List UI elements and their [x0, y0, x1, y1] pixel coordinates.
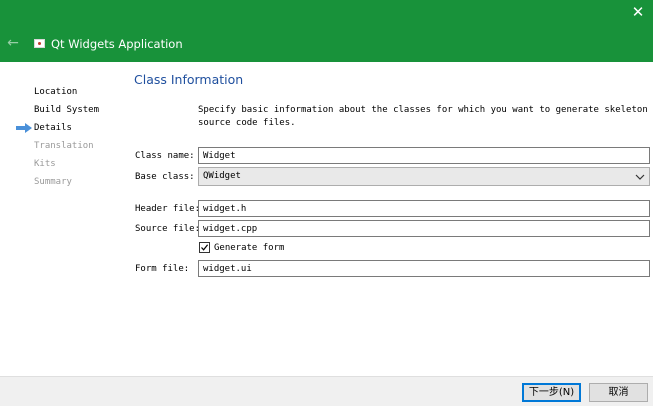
back-arrow-icon[interactable]: ←	[5, 34, 21, 52]
checkmark-icon	[201, 244, 209, 251]
app-icon	[34, 39, 45, 48]
button-bar: 下一步(N) 取消	[0, 376, 653, 406]
form-file-input[interactable]	[198, 260, 650, 277]
source-file-input[interactable]	[198, 220, 650, 237]
step-summary: Summary	[34, 177, 72, 187]
step-translation: Translation	[34, 141, 94, 151]
step-location: Location	[34, 87, 78, 97]
page-title: Class Information	[134, 72, 244, 87]
window-title: Qt Widgets Application	[51, 37, 183, 51]
step-kits: Kits	[34, 159, 56, 169]
close-icon[interactable]: ✕	[627, 2, 649, 22]
chevron-down-icon	[635, 174, 645, 180]
base-class-value: QWidget	[203, 171, 241, 181]
header-file-input[interactable]	[198, 200, 650, 217]
wizard-steps-sidebar: Location Build System Details Translatio…	[0, 62, 120, 376]
checkbox-box[interactable]	[199, 242, 210, 253]
base-class-select[interactable]: QWidget	[198, 167, 650, 186]
header-file-label: Header file:	[135, 204, 201, 214]
source-file-label: Source file:	[135, 224, 201, 234]
class-name-input[interactable]	[198, 147, 650, 164]
generate-form-label: Generate form	[214, 243, 285, 253]
cancel-button[interactable]: 取消	[589, 383, 648, 402]
current-step-arrow-icon	[16, 123, 32, 133]
base-class-label: Base class:	[135, 172, 195, 182]
next-button[interactable]: 下一步(N)	[522, 383, 581, 402]
step-build-system: Build System	[34, 105, 100, 115]
form-file-label: Form file:	[135, 264, 190, 274]
class-name-label: Class name:	[135, 151, 195, 161]
page-description: Specify basic information about the clas…	[198, 105, 648, 128]
step-details: Details	[34, 123, 72, 133]
title-bar: ✕ ← Qt Widgets Application	[0, 0, 653, 62]
